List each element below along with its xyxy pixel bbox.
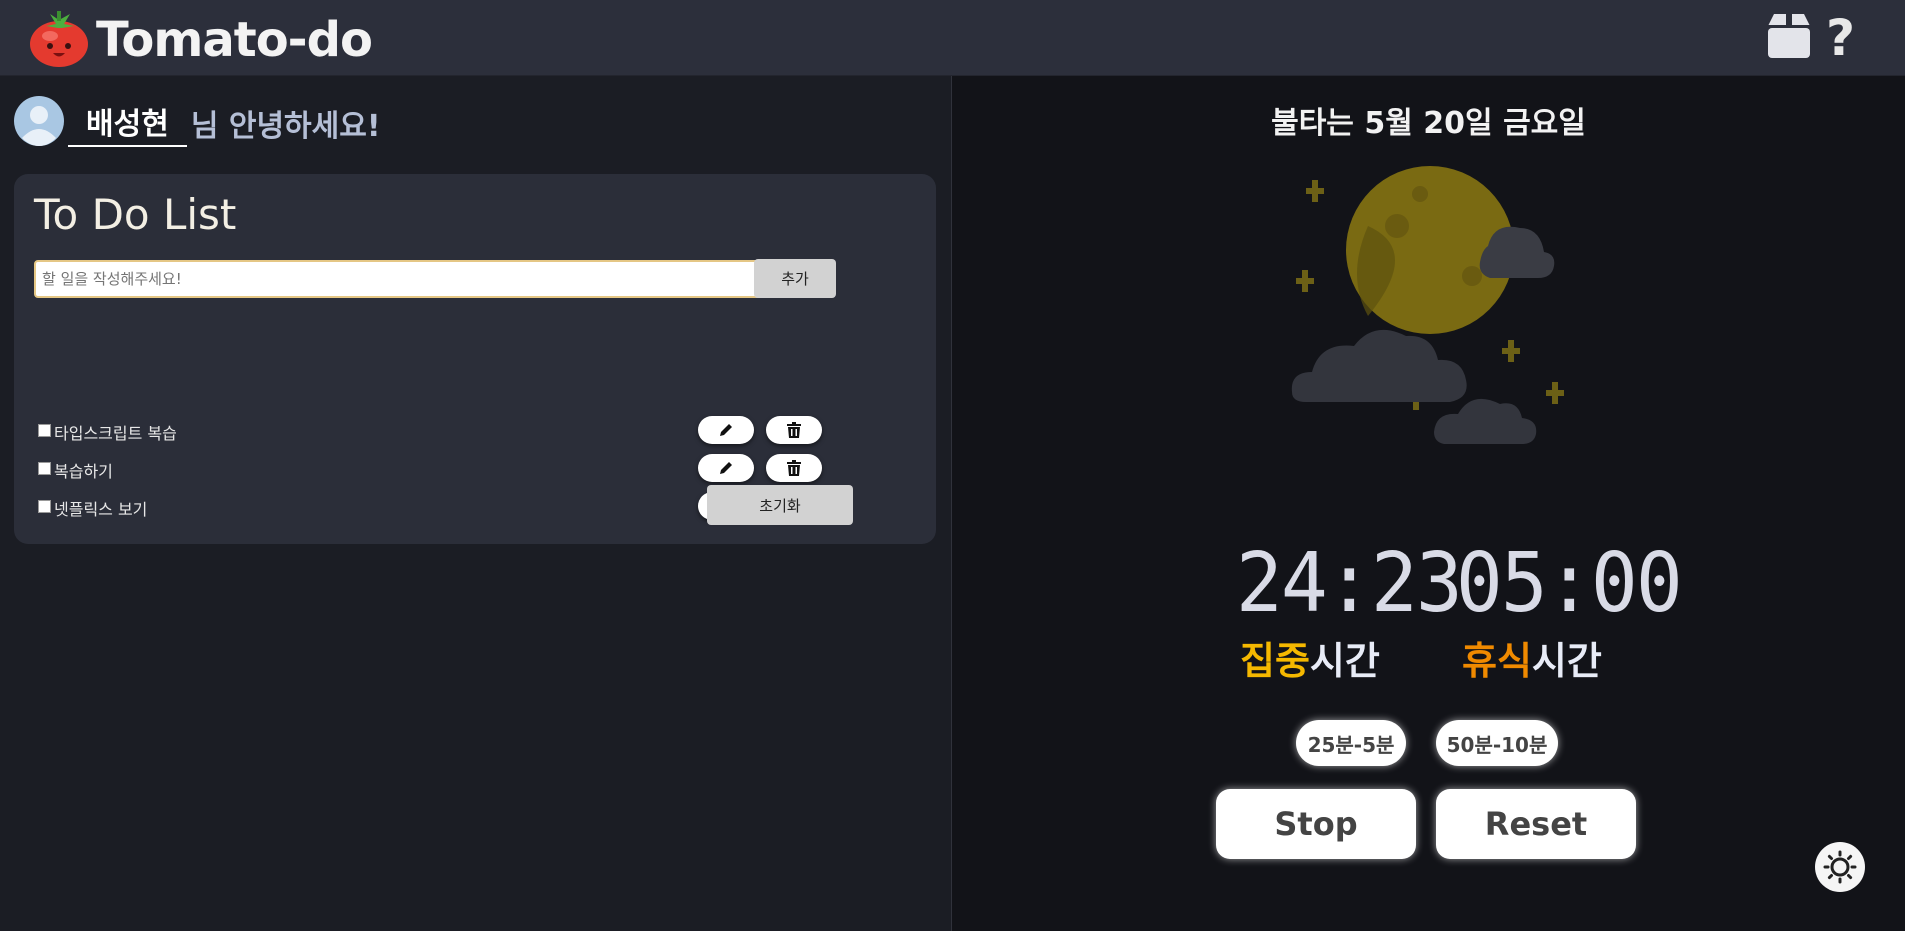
preset-25-5-button[interactable]: 25분-5분	[1296, 720, 1406, 766]
edit-button[interactable]	[698, 454, 754, 482]
focus-label: 집중시간	[1240, 630, 1380, 685]
add-todo-button[interactable]: 추가	[754, 259, 836, 298]
focus-label-highlight: 집중	[1240, 639, 1310, 683]
break-label-suffix: 시간	[1531, 639, 1602, 683]
app-title: Tomato-do	[96, 12, 373, 68]
stop-button[interactable]: Stop	[1216, 789, 1416, 859]
pencil-icon	[720, 462, 732, 474]
todo-checkbox[interactable]	[38, 424, 51, 437]
break-label-highlight: 휴식	[1462, 639, 1532, 683]
reset-timer-button[interactable]: Reset	[1436, 789, 1636, 859]
tomato-icon	[28, 8, 90, 72]
trash-icon	[787, 422, 801, 438]
theme-toggle-button[interactable]	[1815, 842, 1865, 892]
sun-icon	[1823, 850, 1857, 884]
timer-panel: 불타는 5월 20일 금요일 24:23 05:00 집중시간 휴식시간 25분…	[952, 76, 1905, 931]
delete-button[interactable]	[766, 416, 822, 444]
focus-timer: 24:23	[1235, 536, 1463, 631]
logo[interactable]: Tomato-do	[28, 8, 373, 72]
night-moon-illustration	[1291, 166, 1564, 444]
todo-panel: 배성현 님 안녕하세요! To Do List 추가 타입스크립트 복습 복습하…	[0, 76, 951, 931]
trash-icon	[787, 460, 801, 476]
edit-button[interactable]	[698, 416, 754, 444]
break-label: 휴식시간	[1462, 630, 1602, 685]
todo-checkbox[interactable]	[38, 500, 51, 513]
username[interactable]: 배성현	[68, 99, 187, 147]
date-label: 불타는 5월 20일 금요일	[1271, 106, 1586, 141]
todo-text: 복습하기	[54, 462, 113, 481]
avatar	[14, 96, 64, 150]
todo-text: 타입스크립트 복습	[54, 424, 177, 443]
todo-title: To Do List	[34, 190, 237, 239]
todo-text: 넷플릭스 보기	[54, 500, 148, 519]
todo-input[interactable]	[34, 260, 762, 298]
reset-list-button[interactable]: 초기화	[707, 485, 853, 525]
todo-item: 복습하기	[38, 454, 838, 484]
break-timer: 05:00	[1455, 536, 1683, 631]
todo-item: 타입스크립트 복습	[38, 416, 838, 446]
app-header: Tomato-do ?	[0, 0, 1905, 76]
todo-checkbox[interactable]	[38, 462, 51, 475]
todo-card: To Do List 추가 타입스크립트 복습 복습하기 넷플릭	[14, 174, 936, 544]
delete-button[interactable]	[766, 454, 822, 482]
focus-label-suffix: 시간	[1309, 639, 1380, 683]
help-button[interactable]: ?	[1826, 13, 1855, 63]
greeting: 배성현 님 안녕하세요!	[14, 96, 381, 150]
pencil-icon	[720, 424, 732, 436]
box-icon[interactable]	[1764, 12, 1814, 64]
greeting-text: 님 안녕하세요!	[190, 109, 381, 144]
preset-50-10-button[interactable]: 50분-10분	[1436, 720, 1558, 766]
